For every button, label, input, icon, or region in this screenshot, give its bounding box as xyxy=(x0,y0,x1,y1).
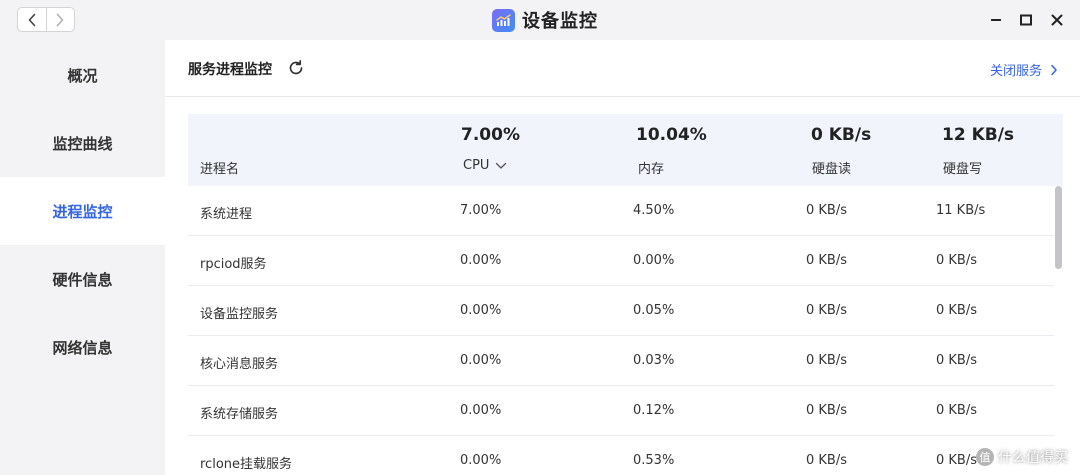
close-service-label: 关闭服务 xyxy=(989,64,1042,79)
scrollbar-thumb[interactable] xyxy=(1055,186,1062,269)
close-button[interactable] xyxy=(1047,10,1067,30)
table-row[interactable]: 系统存储服务 0.00% 0.12% 0 KB/s 0 KB/s xyxy=(188,386,1054,436)
chevron-right-icon xyxy=(57,13,64,26)
sidebar-item-network-info[interactable]: 网络信息 xyxy=(0,313,165,381)
sidebar-item-label: 网络信息 xyxy=(52,338,113,357)
column-header-label: CPU xyxy=(463,158,490,173)
history-nav xyxy=(17,7,75,32)
memory-cell: 4.50% xyxy=(633,203,675,218)
cpu-cell: 0.00% xyxy=(460,453,502,468)
table-row[interactable]: 核心消息服务 0.00% 0.03% 0 KB/s 0 KB/s xyxy=(188,336,1054,386)
close-icon xyxy=(1051,14,1063,26)
sidebar-item-label: 概况 xyxy=(67,66,98,85)
table-row[interactable]: 设备监控服务 0.00% 0.05% 0 KB/s 0 KB/s xyxy=(188,286,1054,336)
memory-cell: 0.05% xyxy=(633,303,675,318)
watermark-text: 什么值得买 xyxy=(998,450,1068,466)
sidebar-item-label: 进程监控 xyxy=(52,202,113,221)
cpu-cell: 7.00% xyxy=(460,203,502,218)
disk-write-cell: 0 KB/s xyxy=(936,453,977,468)
maximize-button[interactable] xyxy=(1016,10,1036,30)
refresh-icon[interactable] xyxy=(287,59,305,77)
app-title: 设备监控 xyxy=(492,6,598,34)
process-name-cell: 核心消息服务 xyxy=(200,357,279,372)
memory-cell: 0.03% xyxy=(633,353,675,368)
cpu-total: 7.00% xyxy=(461,125,520,145)
memory-total: 10.04% xyxy=(636,125,707,145)
title-bar: 设备监控 xyxy=(0,0,1080,40)
table-row[interactable]: rpciod服务 0.00% 0.00% 0 KB/s 0 KB/s xyxy=(188,236,1054,286)
close-service-link[interactable]: 关闭服务 xyxy=(990,60,1058,79)
sidebar-item-label: 硬件信息 xyxy=(52,270,113,289)
table-header: 进程名 7.00% CPU 10.04% 内存 0 KB/s 硬盘读 12 KB… xyxy=(188,114,1063,186)
back-button[interactable] xyxy=(18,8,46,31)
sidebar-item-process-monitor[interactable]: 进程监控 xyxy=(0,177,165,245)
content-header: 服务进程监控 关闭服务 xyxy=(165,40,1080,97)
disk-read-cell: 0 KB/s xyxy=(806,353,847,368)
watermark-badge: 值 xyxy=(976,448,994,466)
table-row[interactable]: rclone挂载服务 0.00% 0.53% 0 KB/s 0 KB/s xyxy=(188,436,1054,475)
disk-write-total: 12 KB/s xyxy=(942,125,1015,145)
column-header-disk-write[interactable]: 硬盘写 xyxy=(943,158,982,177)
disk-read-cell: 0 KB/s xyxy=(806,253,847,268)
memory-cell: 0.53% xyxy=(633,453,675,468)
disk-read-cell: 0 KB/s xyxy=(806,303,847,318)
cpu-cell: 0.00% xyxy=(460,353,502,368)
disk-write-cell: 0 KB/s xyxy=(936,253,977,268)
disk-write-cell: 0 KB/s xyxy=(936,403,977,418)
disk-write-cell: 11 KB/s xyxy=(936,203,986,218)
column-header-disk-read[interactable]: 硬盘读 xyxy=(812,158,851,177)
process-table-body[interactable]: 系统进程 7.00% 4.50% 0 KB/s 11 KB/s rpciod服务… xyxy=(188,186,1054,475)
sidebar-item-hardware-info[interactable]: 硬件信息 xyxy=(0,245,165,313)
forward-button[interactable] xyxy=(45,8,74,31)
disk-write-cell: 0 KB/s xyxy=(936,303,977,318)
chevron-right-icon xyxy=(1051,64,1057,75)
process-name-cell: 设备监控服务 xyxy=(200,307,279,322)
cpu-cell: 0.00% xyxy=(460,303,502,318)
minimize-icon xyxy=(991,19,1001,21)
disk-read-cell: 0 KB/s xyxy=(806,403,847,418)
table-row[interactable]: 系统进程 7.00% 4.50% 0 KB/s 11 KB/s xyxy=(188,186,1054,236)
minimize-button[interactable] xyxy=(986,10,1006,30)
cpu-cell: 0.00% xyxy=(460,253,502,268)
maximize-icon xyxy=(1020,14,1032,26)
disk-read-cell: 0 KB/s xyxy=(806,453,847,468)
sidebar-item-overview[interactable]: 概况 xyxy=(0,41,165,109)
process-name-cell: rpciod服务 xyxy=(200,257,267,272)
sidebar-item-label: 监控曲线 xyxy=(52,134,113,153)
disk-write-cell: 0 KB/s xyxy=(936,353,977,368)
column-header-cpu[interactable]: CPU xyxy=(463,158,507,173)
process-name-cell: 系统进程 xyxy=(200,207,253,222)
memory-cell: 0.00% xyxy=(633,253,675,268)
sort-chevron-down-icon xyxy=(496,162,507,169)
chart-app-icon xyxy=(492,8,515,32)
process-name-cell: rclone挂载服务 xyxy=(200,457,293,472)
memory-cell: 0.12% xyxy=(633,403,675,418)
sidebar: 概况 监控曲线 进程监控 硬件信息 网络信息 xyxy=(0,40,165,475)
watermark: 值 什么值得买 xyxy=(976,447,1068,467)
section-title: 服务进程监控 xyxy=(188,62,272,78)
process-name-cell: 系统存储服务 xyxy=(200,407,279,422)
column-header-process-name[interactable]: 进程名 xyxy=(200,158,239,177)
disk-read-cell: 0 KB/s xyxy=(806,203,847,218)
cpu-cell: 0.00% xyxy=(460,403,502,418)
disk-read-total: 0 KB/s xyxy=(811,125,872,145)
table-scrollbar[interactable] xyxy=(1055,186,1063,475)
window-title: 设备监控 xyxy=(522,11,598,32)
sidebar-item-monitor-curves[interactable]: 监控曲线 xyxy=(0,109,165,177)
chevron-left-icon xyxy=(28,13,36,26)
column-header-memory[interactable]: 内存 xyxy=(638,158,664,177)
